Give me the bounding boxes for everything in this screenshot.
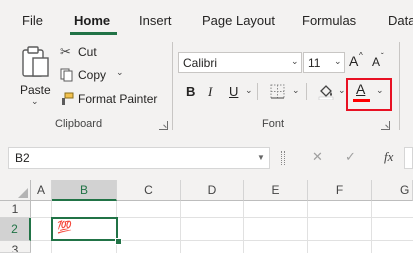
copy-label: Copy [78,68,107,82]
increase-font-size-button[interactable]: A ^ [349,51,367,71]
paste-button[interactable]: Paste [18,44,52,97]
format-painter-button[interactable]: Format Painter [60,91,160,109]
font-size-dropdown[interactable]: 11 ⌄ [303,52,345,73]
font-color-button[interactable]: A [353,81,371,103]
column-header-c[interactable]: C [117,180,181,201]
borders-icon[interactable] [270,84,285,99]
column-header-f[interactable]: F [308,180,372,201]
copy-button[interactable]: Copy ⌄ [60,67,130,85]
font-color-dropdown-caret[interactable]: ⌄ [376,85,384,96]
name-box-dropdown-icon[interactable]: ▼ [257,153,265,162]
row-header-3[interactable]: 3 [0,241,31,253]
paste-label: Paste [20,83,51,97]
tab-insert[interactable]: Insert [139,13,172,28]
resize-handle[interactable] [281,151,285,165]
tab-page-layout[interactable]: Page Layout [202,13,275,28]
group-divider [399,42,400,130]
divider [306,83,307,100]
format-painter-icon [62,92,74,105]
name-box-value: B2 [15,151,30,165]
divider [257,83,258,100]
cancel-icon[interactable]: ✕ [312,149,323,165]
fill-color-dropdown-caret[interactable]: ⌄ [338,85,346,96]
fill-color-icon[interactable] [318,83,334,100]
active-tab-indicator [70,32,117,35]
tab-file[interactable]: File [22,13,43,28]
font-launcher-icon[interactable] [381,121,390,130]
bold-button[interactable]: B [186,84,195,99]
font-name-dropdown[interactable]: Calibri ⌄ [178,52,302,73]
font-name-chevron-icon: ⌄ [291,56,299,66]
font-size-value: 11 [308,56,321,70]
column-header-g[interactable]: G [372,180,413,201]
fill-handle[interactable] [115,238,122,245]
column-header-d[interactable]: D [181,180,244,201]
font-color-bar [353,99,370,102]
font-color-glyph: A [356,81,366,97]
tab-home[interactable]: Home [74,13,110,28]
decrease-font-size-button[interactable]: A ˇ [372,52,390,71]
gridline [180,201,181,253]
scissors-icon: ✂ [60,44,71,59]
clipboard-group-label: Clipboard [55,118,103,130]
copy-icon [60,68,73,82]
select-all-corner[interactable] [0,180,31,201]
name-box[interactable]: B2 ▼ [8,147,270,169]
select-all-triangle-icon [18,188,28,198]
decrease-font-icon: A [372,55,381,69]
ribbon: Paste ⌄ ✂ Cut Copy ⌄ Format Painter Clip… [0,38,413,135]
column-header-b[interactable]: B [52,180,117,201]
increase-arrow-icon: ^ [359,51,363,60]
underline-button[interactable]: U [229,84,238,99]
enter-icon[interactable]: ✓ [345,149,356,165]
borders-dropdown-caret[interactable]: ⌄ [292,85,300,96]
column-header-a[interactable]: A [31,180,52,201]
clipboard-launcher-icon[interactable] [159,121,168,130]
gridline [307,201,308,253]
copy-dropdown-caret[interactable]: ⌄ [116,67,124,78]
gridline [243,201,244,253]
font-name-value: Calibri [183,56,218,70]
paste-icon [22,46,49,77]
decrease-arrow-icon: ˇ [381,52,384,61]
tab-formulas[interactable]: Formulas [302,13,356,28]
italic-button[interactable]: I [208,84,212,100]
cut-button[interactable]: ✂ Cut [60,44,110,62]
cell-b2-value: 💯 [57,220,72,234]
format-painter-label: Format Painter [78,92,158,106]
column-header-e[interactable]: E [244,180,308,201]
underline-dropdown-caret[interactable]: ⌄ [245,85,253,96]
formula-input[interactable] [404,147,413,169]
tab-data[interactable]: Data [388,13,413,28]
font-group-label: Font [262,118,285,130]
row-header-1[interactable]: 1 [0,201,31,218]
insert-function-icon[interactable]: fx [384,149,393,165]
cell-b2[interactable]: 💯 [51,217,118,241]
font-size-chevron-icon: ⌄ [334,56,342,66]
increase-font-icon: A [349,53,359,69]
row-header-2[interactable]: 2 [0,218,31,241]
ribbon-tab-bar: File Home Insert Page Layout Formulas Da… [0,0,413,38]
group-divider [172,42,173,130]
gridline [371,201,372,253]
paste-dropdown-caret[interactable]: ⌄ [31,96,39,107]
cut-label: Cut [78,45,97,59]
